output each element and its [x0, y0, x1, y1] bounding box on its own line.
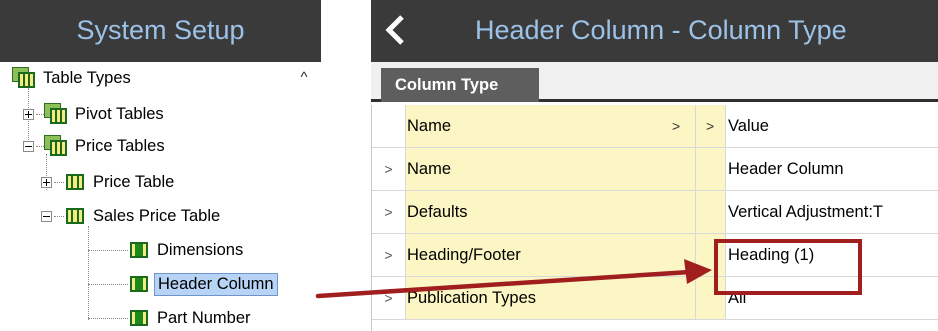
tree-item-sales-price-table[interactable]: Sales Price Table [41, 202, 223, 230]
column-header-name[interactable]: Name [406, 105, 696, 147]
tree-item-label: Part Number [157, 308, 251, 327]
collapse-icon[interactable] [23, 140, 34, 152]
expand-icon[interactable] [41, 176, 52, 188]
tree-item-part-number[interactable]: Part Number [88, 304, 254, 331]
chevron-left-icon[interactable] [381, 12, 409, 48]
annotation-highlight-box [714, 239, 862, 295]
table-icon [64, 206, 86, 226]
tree-item-label: Sales Price Table [93, 206, 221, 225]
tree-item-table-types[interactable]: Table Types [12, 64, 134, 92]
column-header-value[interactable]: Value [726, 105, 938, 147]
row-expand-indicator[interactable]: > [372, 191, 406, 233]
property-name: Name [406, 148, 696, 190]
tab-column-type[interactable]: Column Type [381, 68, 539, 102]
tree-item-pivot-tables[interactable]: Pivot Tables [23, 100, 167, 128]
table-group-icon [12, 67, 36, 89]
table-row[interactable]: > Defaults Vertical Adjustment:T [372, 191, 938, 234]
table-group-icon [44, 135, 68, 157]
row-expand-indicator[interactable]: > [372, 234, 406, 276]
page-title: Header Column - Column Type [475, 15, 847, 45]
table-icon [64, 172, 86, 192]
table-row[interactable]: > Name Header Column [372, 148, 938, 191]
panel-header: Header Column - Column Type [371, 0, 938, 62]
expand-icon[interactable] [23, 108, 34, 120]
column-icon [128, 308, 150, 328]
sort-indicator[interactable]: > [672, 105, 680, 147]
tree-item-label: Dimensions [157, 240, 244, 259]
row-expand-indicator[interactable]: > [372, 277, 406, 319]
table-group-icon [44, 103, 68, 125]
tree-item-label: Price Table [93, 172, 175, 191]
tree-item-header-column[interactable]: Header Column [88, 270, 278, 298]
property-value[interactable]: Vertical Adjustment:T [726, 191, 938, 233]
tree-item-label-selected: Header Column [154, 272, 278, 296]
property-name: Defaults [406, 191, 696, 233]
property-name: Publication Types [406, 277, 696, 319]
grid-header-row: Name > > Value [372, 105, 938, 148]
collapse-icon[interactable] [41, 210, 52, 222]
scroll-up-button[interactable]: ^ [293, 68, 315, 88]
tree-item-price-tables[interactable]: Price Tables [23, 132, 168, 160]
tree-item-label: Pivot Tables [75, 104, 164, 123]
property-grid: Name > > Value > Name Header Column > De… [371, 105, 938, 331]
tree-item-price-table[interactable]: Price Table [41, 168, 177, 196]
tree-item-dimensions[interactable]: Dimensions [88, 236, 246, 264]
row-indicator-header [372, 105, 406, 147]
table-types-tree: Table Types Pivot Tables Price Tables Pr… [0, 62, 321, 331]
row-expand-indicator[interactable]: > [372, 148, 406, 190]
property-value[interactable]: Header Column [726, 148, 938, 190]
property-name: Heading/Footer [406, 234, 696, 276]
tab-strip: Column Type [371, 62, 938, 102]
sort-indicator[interactable]: > [706, 105, 714, 147]
system-setup-panel: System Setup Table Types Pivot Tables Pr… [0, 0, 321, 331]
tree-item-label: Table Types [43, 68, 131, 87]
column-icon [128, 240, 150, 260]
column-icon [128, 274, 150, 294]
system-setup-title: System Setup [0, 0, 321, 62]
tree-item-label: Price Tables [75, 136, 165, 155]
